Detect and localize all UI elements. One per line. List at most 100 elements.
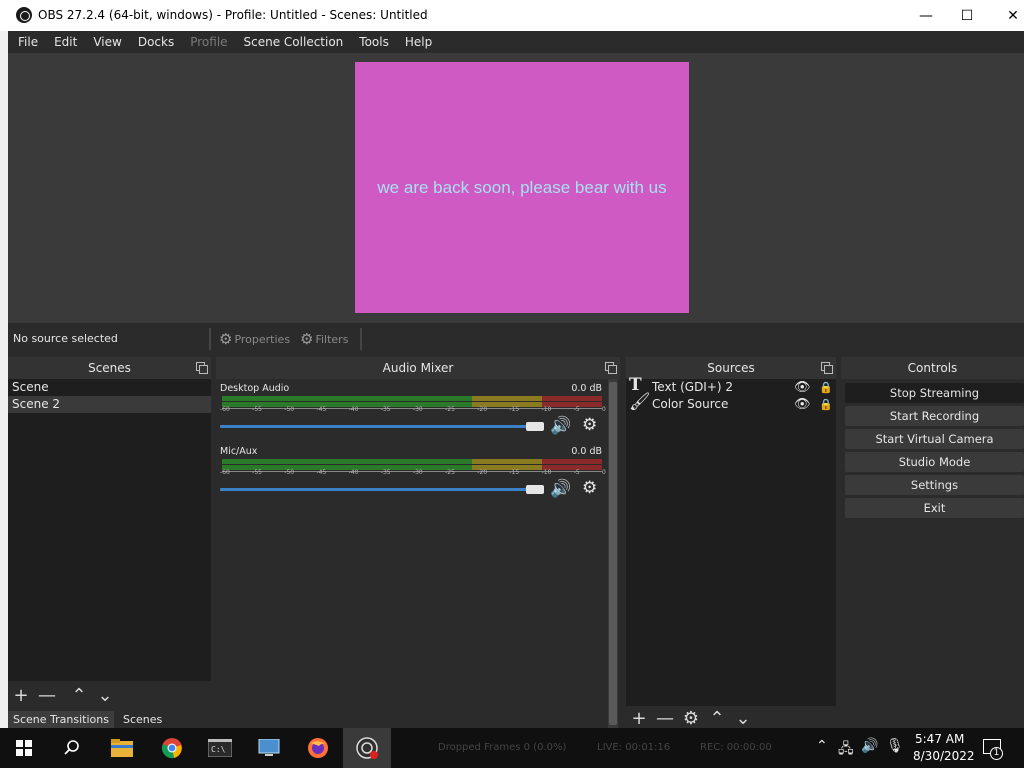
sources-list[interactable]: T Text (GDI+) 2 👁 🔒 🖌 Color Source 👁 🔒 xyxy=(626,377,836,706)
menu-edit[interactable]: Edit xyxy=(46,35,85,49)
move-down-icon[interactable]: ⌄ xyxy=(92,685,118,706)
tab-scenes[interactable]: Scenes xyxy=(117,711,168,728)
volume-icon[interactable]: 🔊 xyxy=(861,738,878,754)
source-item[interactable]: 🖌 Color Source 👁 🔒 xyxy=(626,392,836,413)
settings-button[interactable]: Settings xyxy=(845,475,1024,495)
clock-date[interactable]: 8/30/2022 xyxy=(913,749,975,763)
filter-icon: ⚙ xyxy=(300,330,314,348)
tick-label: -40 xyxy=(348,469,359,476)
exit-button[interactable]: Exit xyxy=(845,498,1024,518)
chrome-icon xyxy=(162,738,182,759)
speaker-icon[interactable]: 🔊 xyxy=(550,416,571,436)
eye-icon[interactable]: 👁 xyxy=(794,396,811,413)
minimize-button[interactable]: — xyxy=(903,0,949,31)
volume-slider-handle[interactable] xyxy=(526,422,544,431)
menu-view[interactable]: View xyxy=(85,35,129,49)
preview-canvas[interactable]: we are back soon, please bear with us xyxy=(355,62,689,313)
controls-dock-title: Controls xyxy=(841,357,1024,379)
meter-tick-labels: -60 -55 -50 -45 -40 -35 -30 -25 -20 -15 … xyxy=(220,406,606,414)
clock-time[interactable]: 5:47 AM xyxy=(915,732,964,746)
eye-icon[interactable]: 👁 xyxy=(794,379,811,396)
float-dock-icon[interactable] xyxy=(196,362,208,374)
windows-icon xyxy=(16,740,32,756)
move-down-icon[interactable]: ⌄ xyxy=(730,708,756,729)
svg-text:C:\: C:\ xyxy=(211,745,226,754)
studio-mode-button[interactable]: Studio Mode xyxy=(845,452,1024,472)
mixer-scrollbar[interactable] xyxy=(608,379,618,728)
volume-slider-track[interactable] xyxy=(220,488,540,491)
properties-button[interactable]: ⚙ Properties xyxy=(219,329,290,349)
remote-desktop-button[interactable] xyxy=(245,728,293,768)
tick-label: -25 xyxy=(445,469,455,476)
meter-tick-labels: -60 -55 -50 -45 -40 -35 -30 -25 -20 -15 … xyxy=(220,469,606,477)
chrome-button[interactable] xyxy=(148,728,196,768)
speaker-icon[interactable]: 🔊 xyxy=(550,479,571,499)
channel-db: 0.0 dB xyxy=(571,446,602,457)
start-virtual-camera-button[interactable]: Start Virtual Camera xyxy=(845,429,1024,449)
tick-label: -40 xyxy=(348,406,359,413)
filters-label: Filters xyxy=(315,332,349,346)
tab-scene-transitions[interactable]: Scene Transitions xyxy=(8,711,114,728)
context-separator xyxy=(360,328,362,350)
float-dock-icon[interactable] xyxy=(821,362,833,374)
scene-item[interactable]: Scene 2 xyxy=(8,396,211,413)
maximize-button[interactable]: ☐ xyxy=(944,0,990,31)
gear-icon[interactable]: ⚙ xyxy=(582,478,597,498)
sources-dock-title: Sources xyxy=(626,357,836,379)
close-button[interactable]: ✕ xyxy=(990,0,1024,31)
chevron-up-icon[interactable]: ⌃ xyxy=(816,738,828,754)
source-properties-gear-icon[interactable]: ⚙ xyxy=(678,708,704,729)
scenes-list[interactable]: Scene Scene 2 xyxy=(8,379,211,681)
menu-tools[interactable]: Tools xyxy=(351,35,397,49)
tick-label: -60 xyxy=(220,406,230,413)
add-scene-icon[interactable]: + xyxy=(8,685,34,706)
windows-start-button[interactable] xyxy=(0,728,48,768)
scene-item[interactable]: Scene xyxy=(8,379,211,396)
add-source-icon[interactable]: + xyxy=(626,708,652,729)
left-edge xyxy=(0,31,8,728)
network-icon[interactable]: 🖧 xyxy=(838,738,854,762)
scenes-toolbar: + — ⌃ ⌄ xyxy=(8,683,211,708)
move-up-icon[interactable]: ⌃ xyxy=(704,708,730,729)
menu-file[interactable]: File xyxy=(10,35,46,49)
filters-button[interactable]: ⚙ Filters xyxy=(300,329,348,349)
search-button[interactable] xyxy=(48,728,96,768)
tick-label: -45 xyxy=(316,406,327,413)
start-recording-button[interactable]: Start Recording xyxy=(845,406,1024,426)
remove-source-icon[interactable]: — xyxy=(652,708,678,729)
float-dock-icon[interactable] xyxy=(605,362,617,374)
lock-icon[interactable]: 🔒 xyxy=(819,379,833,396)
live-status: LIVE: 00:01:16 xyxy=(597,742,671,753)
channel-db: 0.0 dB xyxy=(571,383,602,394)
lock-icon[interactable]: 🔒 xyxy=(819,396,833,413)
move-up-icon[interactable]: ⌃ xyxy=(66,685,92,706)
brush-icon: 🖌 xyxy=(629,392,651,412)
source-item[interactable]: T Text (GDI+) 2 👁 🔒 xyxy=(626,377,836,396)
remove-scene-icon[interactable]: — xyxy=(34,685,60,706)
tick-label: -5 xyxy=(573,469,580,476)
scrollbar-thumb[interactable] xyxy=(609,382,617,725)
properties-label: Properties xyxy=(234,332,291,346)
obs-taskbar-button[interactable] xyxy=(343,728,391,768)
volume-slider-handle[interactable] xyxy=(526,485,544,494)
terminal-button[interactable]: C:\ xyxy=(196,728,244,768)
source-label: Text (GDI+) 2 xyxy=(652,380,734,394)
menu-profile[interactable]: Profile xyxy=(182,35,235,49)
scene-tabs: Scene Transitions Scenes xyxy=(8,711,211,728)
menu-help[interactable]: Help xyxy=(397,35,440,49)
menu-docks[interactable]: Docks xyxy=(130,35,182,49)
sources-toolbar: + — ⚙ ⌃ ⌄ xyxy=(626,707,836,730)
stop-streaming-button[interactable]: Stop Streaming xyxy=(845,383,1024,403)
file-explorer-button[interactable] xyxy=(98,728,146,768)
monitor-icon xyxy=(258,739,280,756)
volume-slider-track[interactable] xyxy=(220,425,540,428)
context-separator xyxy=(209,328,211,350)
source-status-label: No source selected xyxy=(13,332,118,345)
window-title: OBS 27.2.4 (64-bit, windows) - Profile: … xyxy=(38,8,428,22)
obs-icon xyxy=(356,737,378,759)
tick-label: -25 xyxy=(445,406,455,413)
microphone-icon[interactable]: 🎙 xyxy=(886,738,904,754)
firefox-button[interactable] xyxy=(294,728,342,768)
gear-icon[interactable]: ⚙ xyxy=(582,415,597,435)
menu-scene-collection[interactable]: Scene Collection xyxy=(236,35,352,49)
